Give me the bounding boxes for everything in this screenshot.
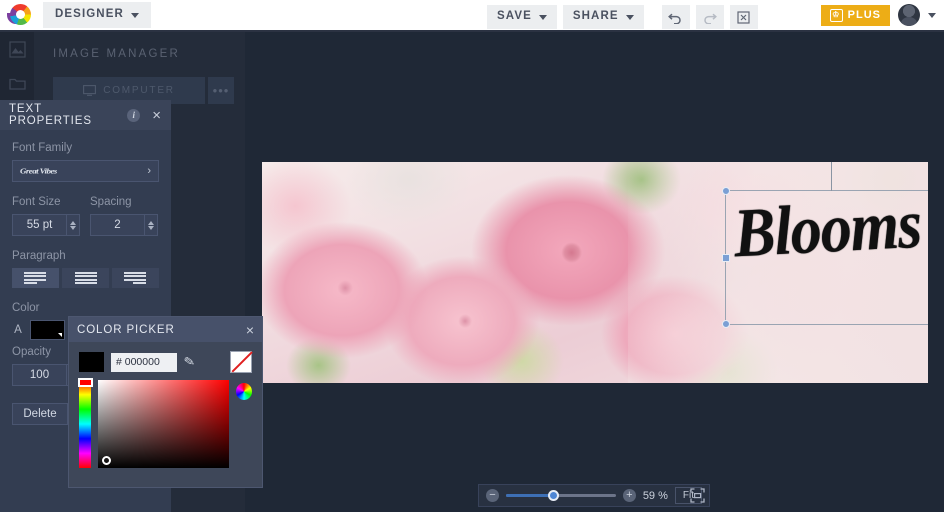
app-logo[interactable]	[7, 2, 33, 28]
share-button[interactable]: SHARE	[562, 5, 644, 29]
eyedropper-icon[interactable]: ✎	[183, 353, 197, 371]
font-size-group: Font Size 55 pt	[12, 196, 80, 236]
saturation-value-knob[interactable]	[102, 456, 112, 465]
paragraph-label: Paragraph	[12, 250, 66, 262]
handle-middle-left[interactable]	[722, 253, 730, 262]
top-toolbar: DESIGNER SAVE SHARE ♔ PLUS	[0, 0, 944, 32]
font-family-value: Great Vibes	[20, 167, 57, 175]
fill-color-swatch[interactable]	[30, 320, 65, 340]
crown-icon: ♔	[829, 8, 843, 22]
canvas-photo[interactable]: Blooms	[262, 162, 928, 383]
color-picker-title: COLOR PICKER	[77, 323, 175, 336]
computer-monitor-icon	[83, 85, 97, 96]
fill-swatch-letter: A	[14, 324, 22, 336]
font-family-select[interactable]: Great Vibes ›	[12, 160, 159, 182]
chevron-down-icon	[625, 14, 634, 20]
close-icon[interactable]: ×	[246, 323, 254, 337]
align-right-icon[interactable]	[112, 268, 159, 288]
arrow-up-icon[interactable]	[148, 220, 154, 225]
zoom-in-button[interactable]: +	[622, 489, 636, 502]
source-computer-label: COMPUTER	[103, 85, 175, 96]
avatar[interactable]	[898, 4, 920, 26]
color-picker-top-row: # 000000 ✎	[69, 342, 262, 373]
redo-arrow-icon	[704, 13, 718, 24]
image-manager-title: IMAGE MANAGER	[53, 48, 181, 60]
spacing-group: Spacing 2	[90, 196, 158, 236]
designer-menu-button[interactable]: DESIGNER	[43, 2, 151, 28]
color-label: Color	[12, 302, 40, 314]
save-label: SAVE	[497, 10, 532, 23]
opacity-value: 100	[29, 369, 50, 381]
zoom-slider[interactable]	[505, 490, 616, 501]
folder-icon	[8, 78, 26, 90]
info-icon[interactable]: i	[127, 108, 141, 122]
paragraph-align-group	[12, 268, 159, 288]
sidebar-item-folder[interactable]	[0, 66, 34, 100]
color-wheel-logo-icon	[10, 4, 31, 25]
undo-button[interactable]	[661, 5, 690, 29]
delete-button[interactable]: Delete	[12, 403, 68, 425]
zoom-slider-knob[interactable]	[547, 490, 559, 501]
handle-bottom-left[interactable]	[722, 320, 730, 328]
hue-slider[interactable]	[78, 378, 93, 468]
font-size-arrows[interactable]	[66, 215, 79, 235]
font-size-value: 55 pt	[26, 219, 53, 231]
canvas-area[interactable]: Blooms	[245, 32, 944, 512]
close-icon[interactable]: ×	[150, 108, 163, 123]
spacing-label: Spacing	[90, 196, 132, 208]
color-picker-header: COLOR PICKER ×	[69, 317, 262, 342]
font-size-label: Font Size	[12, 196, 61, 208]
designer-label: DESIGNER	[55, 8, 124, 21]
zoom-out-button[interactable]: −	[486, 489, 499, 502]
save-button[interactable]: SAVE	[487, 5, 557, 29]
no-color-swatch-icon[interactable]	[230, 351, 252, 373]
rotate-handle-line	[831, 162, 832, 191]
font-family-label: Font Family	[12, 142, 73, 154]
fit-to-screen-icon	[690, 488, 705, 503]
plus-label: PLUS	[847, 9, 881, 21]
arrow-down-icon[interactable]	[148, 225, 154, 230]
top-right-actions: ♔ PLUS	[820, 4, 936, 26]
plus-upgrade-button[interactable]: ♔ PLUS	[820, 4, 890, 26]
clear-canvas-button[interactable]	[729, 5, 758, 29]
more-label: •••	[212, 83, 230, 98]
chevron-down-icon[interactable]	[928, 12, 936, 18]
hex-input[interactable]: # 000000	[111, 352, 177, 372]
fit-to-screen-button[interactable]	[686, 484, 709, 507]
spacing-arrows[interactable]	[144, 215, 157, 235]
size-spacing-row: Font Size 55 pt Spacing 2	[12, 196, 159, 236]
arrow-down-icon[interactable]	[70, 225, 76, 230]
current-color-swatch	[79, 352, 104, 372]
panel-title: TEXT PROPERTIES	[9, 103, 92, 127]
color-picker-popup: COLOR PICKER × # 000000 ✎	[68, 316, 263, 488]
chevron-down-icon	[130, 12, 139, 18]
source-more-button[interactable]: •••	[208, 77, 234, 104]
font-size-stepper[interactable]: 55 pt	[12, 214, 80, 236]
image-manager-icon	[8, 40, 26, 58]
redo-button[interactable]	[695, 5, 724, 29]
align-left-icon[interactable]	[12, 268, 59, 288]
top-center-actions: SAVE SHARE	[487, 5, 758, 29]
spacing-stepper[interactable]: 2	[90, 214, 158, 236]
color-wheel-icon[interactable]	[235, 383, 252, 400]
text-properties-header: TEXT PROPERTIES i ×	[0, 100, 171, 130]
zoom-slider-fill	[505, 494, 554, 497]
chevron-right-icon: ›	[147, 165, 151, 177]
spacing-value: 2	[114, 219, 121, 231]
arrow-up-icon[interactable]	[70, 220, 76, 225]
hue-slider-knob[interactable]	[78, 378, 93, 387]
sidebar-item-image-manager[interactable]	[0, 32, 34, 66]
undo-arrow-icon	[668, 13, 681, 24]
color-picker-body	[69, 373, 262, 468]
handle-top-left[interactable]	[722, 187, 730, 195]
saturation-value-field[interactable]	[98, 380, 229, 468]
selection-box[interactable]	[722, 162, 928, 328]
zoom-level-value: 59 %	[642, 489, 668, 502]
share-label: SHARE	[572, 10, 619, 23]
close-box-icon	[737, 10, 750, 24]
zoom-toolbar: − + 59 % Fit	[478, 484, 710, 507]
chevron-down-icon	[538, 14, 547, 20]
align-center-icon[interactable]	[62, 268, 109, 288]
